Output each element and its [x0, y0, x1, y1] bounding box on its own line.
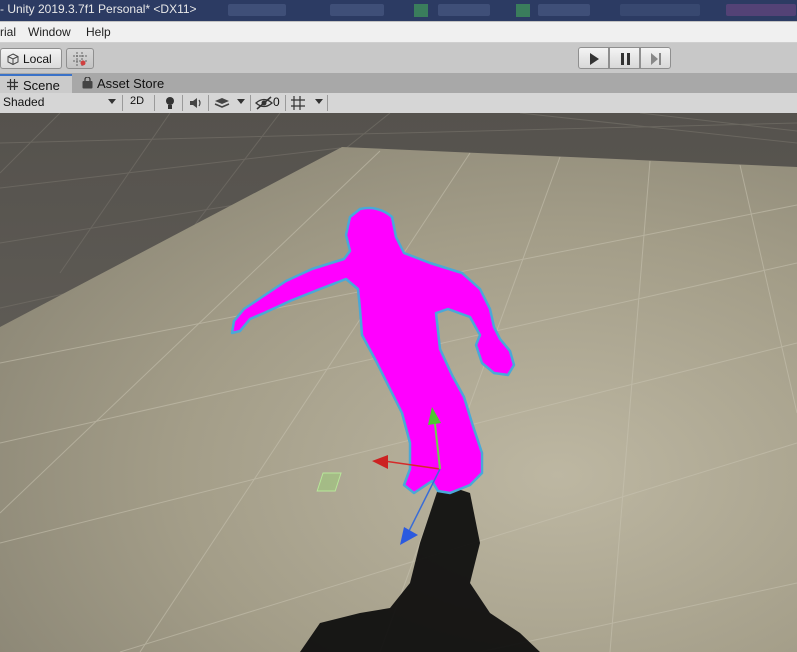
step-button[interactable] — [640, 47, 671, 69]
taskbar-item[interactable] — [438, 4, 490, 16]
eye-hidden-icon — [255, 96, 273, 110]
chevron-down-icon[interactable] — [237, 99, 245, 104]
draw-mode-label: Shaded — [3, 95, 45, 109]
pause-icon — [621, 53, 630, 65]
pivot-rotation-label: Local — [23, 52, 52, 66]
speaker-icon — [190, 98, 201, 108]
bag-icon — [82, 77, 93, 89]
menu-item-window[interactable]: Window — [28, 25, 71, 39]
step-icon — [651, 53, 661, 65]
hidden-objects-toggle[interactable] — [255, 95, 273, 111]
taskbar-item[interactable] — [330, 4, 384, 16]
grid-snap-icon — [73, 52, 87, 66]
main-toolbar: Local — [0, 43, 797, 74]
menu-bar: rial Window Help — [0, 22, 797, 43]
separator — [327, 95, 328, 111]
separator — [182, 95, 183, 111]
hidden-objects-count: 0 — [273, 95, 280, 109]
app-icon[interactable] — [516, 4, 530, 17]
pause-button[interactable] — [609, 47, 640, 69]
audio-toggle[interactable] — [187, 95, 205, 111]
tab-scene-label: Scene — [23, 78, 60, 93]
grid-gizmo-icon — [291, 96, 305, 110]
chevron-down-icon[interactable] — [315, 99, 323, 104]
grid-icon — [7, 79, 18, 90]
mode-2d-label: 2D — [130, 95, 145, 107]
play-icon — [590, 53, 599, 65]
scene-canvas[interactable] — [0, 113, 797, 652]
separator — [285, 95, 286, 111]
taskbar-item[interactable] — [538, 4, 590, 16]
tab-asset-store[interactable]: Asset Store — [76, 74, 166, 93]
taskbar-item[interactable] — [228, 4, 286, 16]
pivot-rotation-button[interactable]: Local — [0, 48, 62, 69]
scene-viewport[interactable] — [0, 113, 797, 652]
separator — [208, 95, 209, 111]
taskbar-item[interactable] — [726, 4, 796, 16]
separator — [154, 95, 155, 111]
separator — [250, 95, 251, 111]
title-bar: - Unity 2019.3.7f1 Personal* <DX11> — [0, 0, 797, 21]
play-button[interactable] — [578, 47, 609, 69]
gizmos-toggle[interactable] — [290, 95, 308, 111]
mode-2d-button[interactable]: 2D — [126, 94, 150, 112]
taskbar-item[interactable] — [620, 4, 700, 16]
menu-item-help[interactable]: Help — [86, 25, 111, 39]
cube-icon — [7, 53, 19, 65]
lighting-toggle[interactable] — [161, 95, 179, 111]
tab-asset-store-label: Asset Store — [97, 76, 165, 91]
play-controls — [578, 47, 672, 69]
separator — [122, 95, 123, 111]
scene-toolbar: Shaded 2D 0 — [0, 93, 797, 114]
effects-toggle[interactable] — [213, 95, 231, 111]
tab-scene[interactable]: Scene — [0, 74, 72, 93]
layers-icon — [214, 98, 230, 108]
window-title: - Unity 2019.3.7f1 Personal* <DX11> — [0, 2, 197, 16]
grid-snap-button[interactable] — [66, 48, 94, 69]
light-bulb-icon — [166, 97, 174, 109]
app-icon[interactable] — [414, 4, 428, 17]
draw-mode-dropdown[interactable]: Shaded — [0, 93, 120, 113]
chevron-down-icon — [108, 99, 116, 104]
menu-item-tutorial[interactable]: rial — [0, 25, 16, 39]
